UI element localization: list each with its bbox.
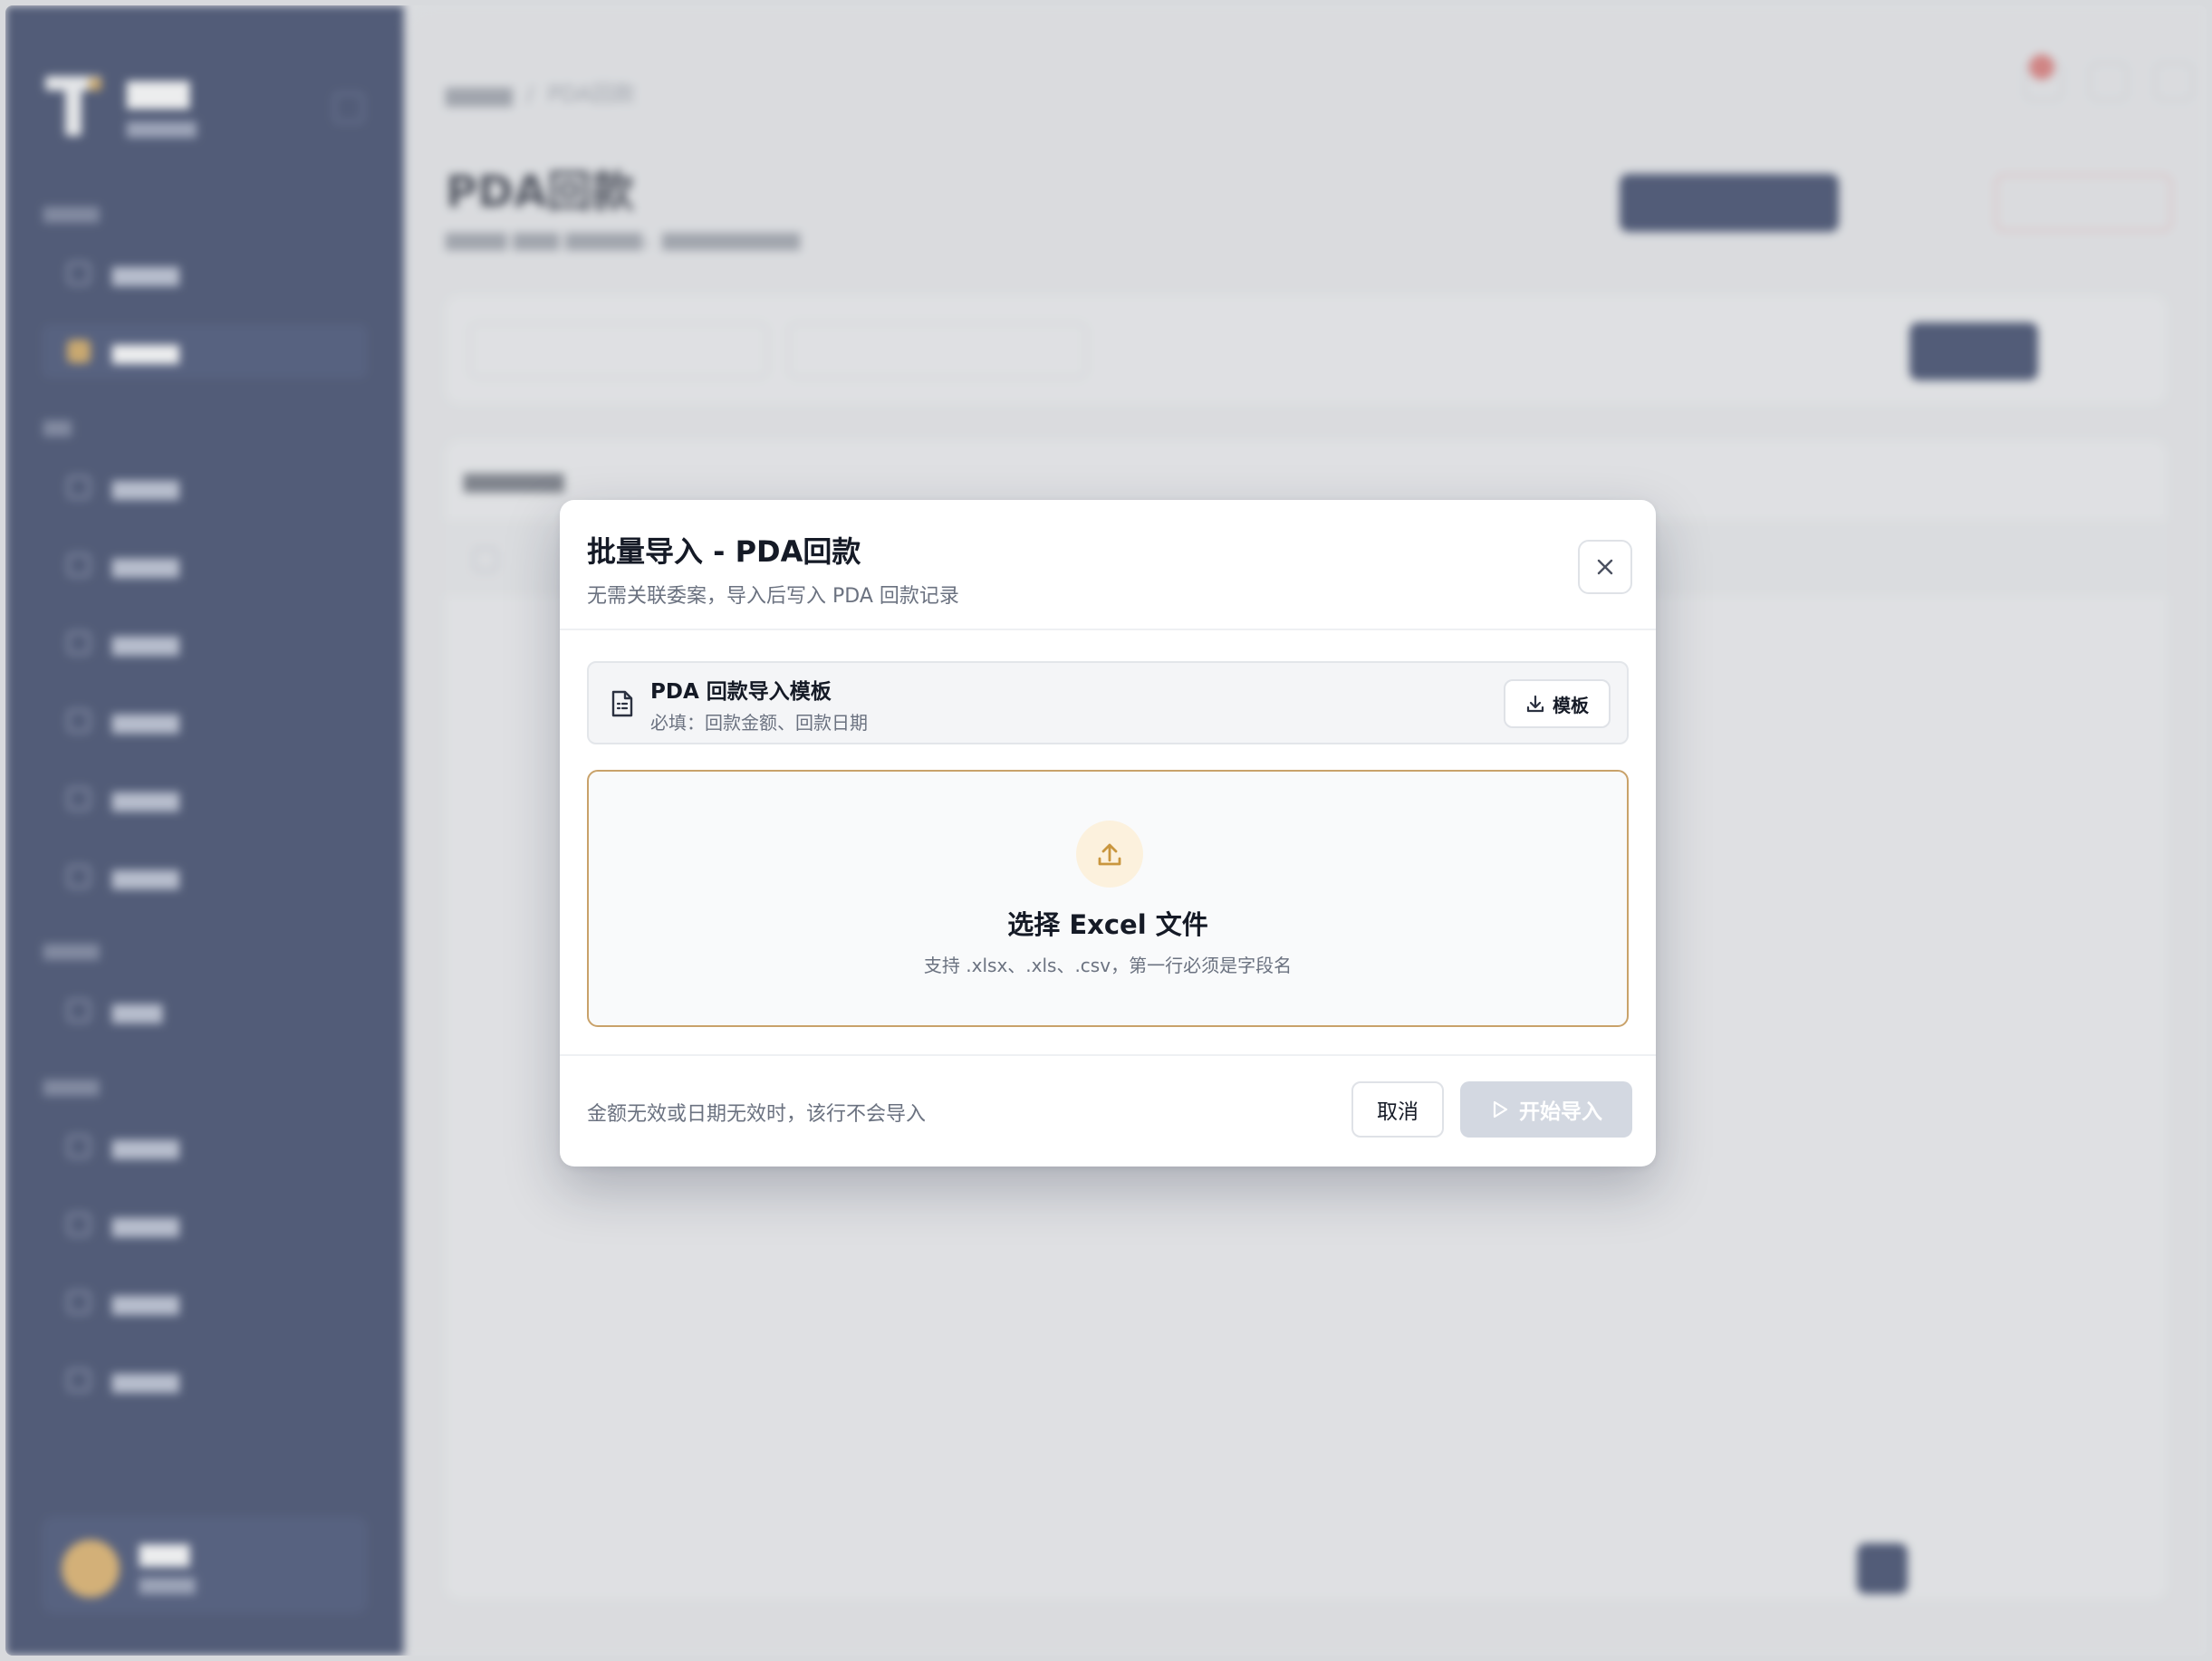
footer-divider <box>560 1054 1656 1056</box>
modal-title: 批量导入 - PDA回款 <box>587 534 861 569</box>
header-divider <box>560 629 1656 630</box>
app-window: ▇▇▇ ▆▆▆▆▆ ▆▆▆▆ ▆▆▆▆ ▆▆▆▆ ▆▆ ▆▆▆▆ ▆▆▆▆ ▆▆… <box>5 5 2207 1656</box>
file-dropzone[interactable]: 选择 Excel 文件 支持 .xlsx、.xls、.csv，第一行必须是字段名 <box>587 770 1629 1027</box>
start-import-label: 开始导入 <box>1519 1099 1602 1123</box>
upload-icon-badge <box>1076 821 1143 888</box>
download-template-button[interactable]: 模板 <box>1504 679 1611 728</box>
close-icon <box>1597 559 1613 575</box>
start-import-button[interactable]: 开始导入 <box>1460 1081 1632 1138</box>
file-spreadsheet-icon <box>611 690 633 717</box>
template-name: PDA 回款导入模板 <box>650 680 832 704</box>
template-card: PDA 回款导入模板 必填：回款金额、回款日期 模板 <box>587 661 1629 744</box>
download-icon <box>1526 695 1544 713</box>
import-modal: 批量导入 - PDA回款 无需关联委案，导入后写入 PDA 回款记录 PDA 回… <box>560 500 1656 1167</box>
footer-note: 金额无效或日期无效时，该行不会导入 <box>587 1103 927 1126</box>
template-required-fields: 必填：回款金额、回款日期 <box>650 712 868 734</box>
play-icon <box>1493 1100 1508 1119</box>
cancel-button[interactable]: 取消 <box>1351 1081 1444 1138</box>
close-button[interactable] <box>1578 540 1632 594</box>
download-template-label: 模板 <box>1553 694 1589 716</box>
dropzone-hint: 支持 .xlsx、.xls、.csv，第一行必须是字段名 <box>923 955 1293 976</box>
dropzone-title: 选择 Excel 文件 <box>1007 909 1208 940</box>
modal-subtitle: 无需关联委案，导入后写入 PDA 回款记录 <box>587 585 959 608</box>
upload-icon <box>1098 843 1121 866</box>
